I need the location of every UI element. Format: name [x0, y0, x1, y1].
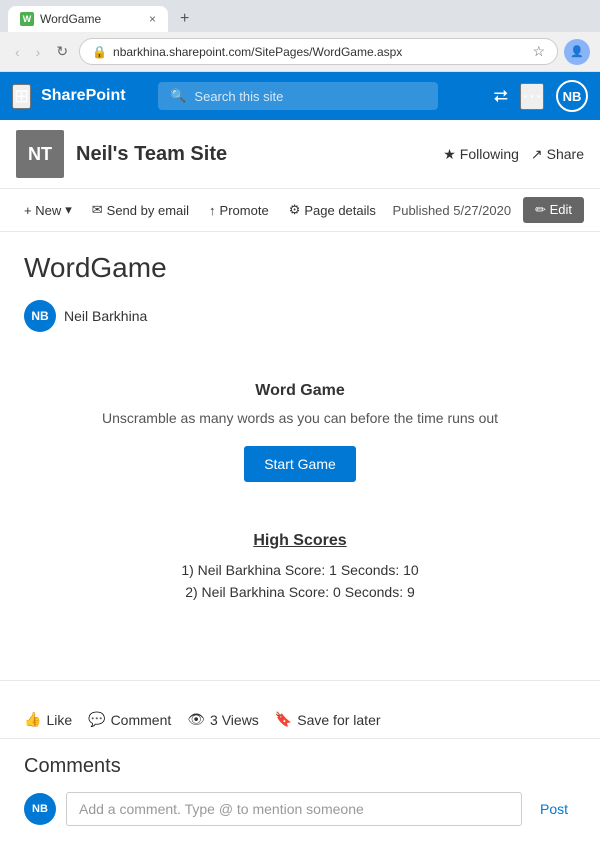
promote-icon: ↑	[209, 203, 216, 218]
comment-input[interactable]	[66, 792, 522, 826]
like-icon: 👍	[24, 711, 41, 728]
follow-button[interactable]: ★ Following	[443, 146, 519, 163]
save-for-later-button[interactable]: 🔖 Save for later	[275, 711, 381, 728]
comments-section: Comments NB Post	[0, 739, 600, 842]
page-title: WordGame	[24, 252, 576, 284]
share-icon: ↗	[531, 146, 543, 163]
high-scores-section: High Scores 1) Neil Barkhina Score: 1 Se…	[24, 532, 576, 600]
topbar-right: ⮂ ··· NB	[494, 80, 588, 112]
commenter-avatar: NB	[24, 793, 56, 825]
page-details-button[interactable]: ⚙ Page details	[281, 198, 384, 222]
nav-bar: ‹ › ↻ 🔒 nbarkhina.sharepoint.com/SitePag…	[0, 32, 600, 71]
author-name: Neil Barkhina	[64, 308, 147, 324]
score-row-2: 2) Neil Barkhina Score: 0 Seconds: 9	[24, 584, 576, 600]
active-tab[interactable]: W WordGame ×	[8, 6, 168, 32]
email-icon: ✉	[92, 202, 103, 218]
tab-favicon: W	[20, 12, 34, 26]
site-title: Neil's Team Site	[76, 143, 443, 166]
score-name-1: Neil Barkhina	[198, 562, 281, 578]
content-divider	[0, 680, 600, 681]
footer-actions: 👍 Like 💬 Comment 👁 3 Views 🔖 Save for la…	[0, 701, 600, 739]
new-tab-button[interactable]: +	[172, 6, 197, 32]
comment-input-row: NB Post	[24, 792, 576, 826]
high-scores-title: High Scores	[24, 532, 576, 550]
user-avatar[interactable]: NB	[556, 80, 588, 112]
tab-bar: W WordGame × +	[0, 0, 600, 32]
back-button[interactable]: ‹	[10, 41, 25, 63]
lock-icon: 🔒	[92, 45, 107, 59]
save-label: Save for later	[297, 712, 380, 728]
page-details-label: Page details	[304, 203, 376, 218]
author-row: NB Neil Barkhina	[24, 300, 576, 332]
send-email-button[interactable]: ✉ Send by email	[84, 198, 197, 222]
comments-title: Comments	[24, 755, 576, 778]
views-button[interactable]: 👁 3 Views	[187, 711, 259, 728]
sharepoint-topbar: ⊞ SharePoint 🔍 ⮂ ··· NB	[0, 72, 600, 120]
address-text: nbarkhina.sharepoint.com/SitePages/WordG…	[113, 45, 526, 59]
more-options-button[interactable]: ···	[520, 83, 544, 110]
nav-extras: 👤	[564, 39, 590, 65]
bookmark-button[interactable]: ☆	[532, 43, 545, 60]
score-row-1: 1) Neil Barkhina Score: 1 Seconds: 10	[24, 562, 576, 578]
new-button[interactable]: + New ▾	[16, 198, 80, 222]
start-game-button[interactable]: Start Game	[244, 446, 356, 482]
score-rank-1: 1)	[181, 562, 197, 578]
edit-button[interactable]: ✏ Edit	[523, 197, 584, 223]
send-email-label: Send by email	[107, 203, 189, 218]
search-bar[interactable]: 🔍	[158, 82, 438, 110]
search-input[interactable]	[194, 89, 426, 104]
site-logo: NT	[16, 130, 64, 178]
action-bar: + New ▾ ✉ Send by email ↑ Promote ⚙ Page…	[0, 189, 600, 232]
like-label: Like	[46, 712, 72, 728]
site-actions: ★ Following ↗ Share	[443, 146, 584, 163]
site-header: NT Neil's Team Site ★ Following ↗ Share	[0, 120, 600, 189]
game-description: Unscramble as many words as you can befo…	[70, 410, 530, 426]
comment-button[interactable]: 💬 Comment	[88, 711, 171, 728]
promote-button[interactable]: ↑ Promote	[201, 199, 277, 222]
forward-button[interactable]: ›	[31, 41, 46, 63]
notification-button[interactable]: ⮂	[494, 86, 508, 107]
sharepoint-logo-text: SharePoint	[41, 87, 125, 105]
score-value-1: Score: 1	[285, 562, 341, 578]
refresh-button[interactable]: ↻	[51, 40, 73, 63]
browser-profile-avatar[interactable]: 👤	[564, 39, 590, 65]
score-name-2: Neil Barkhina	[202, 584, 285, 600]
search-icon: 🔍	[170, 88, 186, 104]
chevron-down-icon: ▾	[65, 202, 72, 218]
author-avatar: NB	[24, 300, 56, 332]
published-info: Published 5/27/2020	[393, 203, 512, 218]
tab-close-button[interactable]: ×	[149, 12, 156, 26]
score-rank-2: 2)	[185, 584, 201, 600]
game-title: Word Game	[70, 382, 530, 400]
game-area: Word Game Unscramble as many words as yo…	[50, 362, 550, 502]
views-label: 3 Views	[210, 712, 259, 728]
share-button[interactable]: ↗ Share	[531, 146, 584, 163]
follow-label: Following	[460, 146, 519, 162]
comment-label: Comment	[111, 712, 172, 728]
post-comment-button[interactable]: Post	[532, 801, 576, 817]
save-icon: 🔖	[275, 711, 292, 728]
views-icon: 👁	[187, 711, 205, 728]
waffle-menu-button[interactable]: ⊞	[12, 84, 31, 109]
promote-label: Promote	[220, 203, 269, 218]
comment-icon: 💬	[88, 711, 105, 728]
share-label: Share	[547, 146, 584, 162]
score-seconds-1: Seconds: 10	[341, 562, 419, 578]
address-bar[interactable]: 🔒 nbarkhina.sharepoint.com/SitePages/Wor…	[79, 38, 558, 65]
page-details-icon: ⚙	[289, 202, 301, 218]
like-button[interactable]: 👍 Like	[24, 711, 72, 728]
score-seconds-2: Seconds: 9	[345, 584, 415, 600]
star-icon: ★	[443, 146, 456, 163]
tab-title: WordGame	[40, 12, 101, 26]
page-content: WordGame NB Neil Barkhina Word Game Unsc…	[0, 232, 600, 660]
browser-chrome: W WordGame × + ‹ › ↻ 🔒 nbarkhina.sharepo…	[0, 0, 600, 72]
new-button-label: + New	[24, 203, 61, 218]
score-value-2: Score: 0	[289, 584, 345, 600]
